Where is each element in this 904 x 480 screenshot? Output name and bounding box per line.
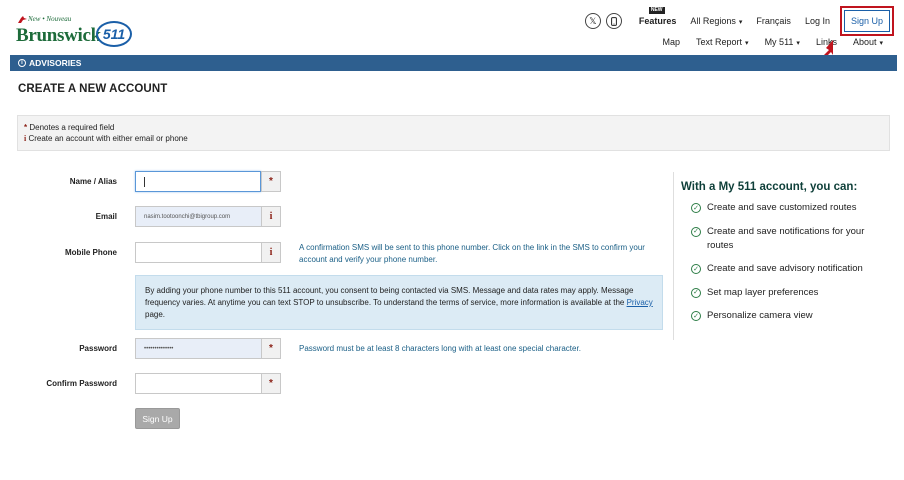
logo-511-badge: 511 [96, 21, 132, 47]
check-circle-icon: ✓ [691, 203, 701, 213]
required-asterisk-icon: * [261, 171, 281, 192]
name-field-group: * [135, 171, 281, 192]
phone-hint: A confirmation SMS will be sent to this … [299, 243, 645, 264]
check-circle-icon: ✓ [691, 311, 701, 321]
required-note: * Denotes a required field [24, 122, 883, 133]
page-title: CREATE A NEW ACCOUNT [18, 83, 168, 95]
info-note-text: Create an account with either email or p… [28, 134, 188, 143]
signup-highlight-box: Sign Up [839, 6, 894, 36]
signup-submit-button[interactable]: Sign Up [135, 408, 180, 429]
info-icon: i [261, 242, 281, 263]
privacy-link[interactable]: Privacy [627, 298, 653, 307]
email-field-group: nasim.tootoonchi@tbigroup.com i [135, 206, 281, 227]
list-item: ✓ Set map layer preferences [691, 286, 891, 300]
caret-down-icon: ▾ [879, 40, 883, 47]
password-label: Password [79, 344, 117, 353]
confirm-password-input[interactable] [135, 373, 261, 394]
list-item: ✓ Create and save notifications for your … [691, 225, 891, 253]
sub-nav: Map Text Report ▾ My 511 ▾ Links About ▾ [647, 37, 884, 47]
required-asterisk-icon: * [261, 373, 281, 394]
password-input[interactable]: •••••••••••••• [135, 338, 261, 359]
caret-down-icon: ▾ [745, 40, 749, 47]
check-circle-icon: ✓ [691, 287, 701, 298]
consent-text: By adding your phone number to this 511 … [145, 286, 634, 307]
confirm-password-field-group: * [135, 373, 281, 394]
name-label: Name / Alias [69, 177, 117, 186]
map-link[interactable]: Map [663, 37, 681, 47]
features-link[interactable]: NEW Features [638, 7, 677, 26]
info-circle-icon: i [18, 59, 26, 67]
site-logo[interactable]: New • Nouveau Brunswick 511 [14, 14, 134, 48]
site-header: New • Nouveau Brunswick 511 𝕏 NEW Featur… [0, 0, 904, 62]
list-item: ✓ Personalize camera view [691, 309, 891, 323]
text-report-label: Text Report [696, 37, 743, 47]
sms-consent-box: By adding your phone number to this 511 … [135, 275, 663, 330]
benefits-list: ✓ Create and save customized routes ✓ Crea… [691, 201, 891, 333]
email-label: Email [95, 212, 117, 221]
form-notice: * Denotes a required field i Create an a… [17, 115, 890, 151]
logo-small-text: New • Nouveau [28, 15, 72, 23]
header-signup-button[interactable]: Sign Up [843, 10, 890, 32]
language-link[interactable]: Français [756, 16, 791, 26]
password-hint: Password must be at least 8 characters l… [299, 344, 581, 353]
text-report-dropdown[interactable]: Text Report ▾ [696, 37, 749, 47]
my511-label: My 511 [764, 37, 794, 47]
regions-label: All Regions [690, 16, 736, 26]
info-note: i Create an account with either email or… [24, 133, 883, 144]
top-nav: 𝕏 NEW Features All Regions ▾ Français Log… [584, 6, 894, 36]
list-item: ✓ Create and save customized routes [691, 201, 891, 215]
logo-big-text: Brunswick [16, 25, 101, 46]
check-circle-icon: ✓ [691, 226, 701, 237]
email-input[interactable]: nasim.tootoonchi@tbigroup.com [135, 206, 261, 227]
mobile-phone-label: Mobile Phone [65, 248, 117, 257]
check-circle-icon: ✓ [691, 264, 701, 274]
advisories-bar[interactable]: i ADVISORIES [10, 55, 897, 71]
consent-text-end: page. [145, 309, 166, 319]
regions-dropdown[interactable]: All Regions ▾ [690, 16, 742, 26]
password-field-group: •••••••••••••• * [135, 338, 281, 359]
benefits-title: With a My 511 account, you can: [681, 181, 858, 193]
text-cursor [144, 176, 145, 187]
name-input[interactable] [135, 171, 261, 192]
confirm-password-label: Confirm Password [46, 379, 117, 388]
mobile-phone-icon[interactable] [605, 13, 622, 29]
about-dropdown[interactable]: About ▾ [853, 37, 883, 47]
phone-field-group: i [135, 242, 281, 263]
required-note-text: Denotes a required field [29, 123, 115, 132]
caret-down-icon: ▾ [738, 19, 743, 26]
panel-divider [673, 172, 674, 340]
login-link[interactable]: Log In [805, 16, 830, 26]
info-icon: i [261, 206, 281, 227]
mobile-phone-input[interactable] [135, 242, 261, 263]
info-icon: i [24, 134, 27, 143]
caret-down-icon: ▾ [796, 40, 800, 47]
features-label: Features [638, 16, 677, 26]
advisories-label: ADVISORIES [29, 58, 82, 68]
new-badge: NEW [648, 7, 665, 14]
x-twitter-icon[interactable]: 𝕏 [584, 13, 601, 29]
about-label: About [852, 37, 877, 47]
required-asterisk-icon: * [261, 338, 281, 359]
required-asterisk-icon: * [24, 123, 28, 132]
my511-dropdown[interactable]: My 511 ▾ [765, 37, 800, 47]
list-item: ✓ Create and save advisory notification [691, 262, 891, 276]
